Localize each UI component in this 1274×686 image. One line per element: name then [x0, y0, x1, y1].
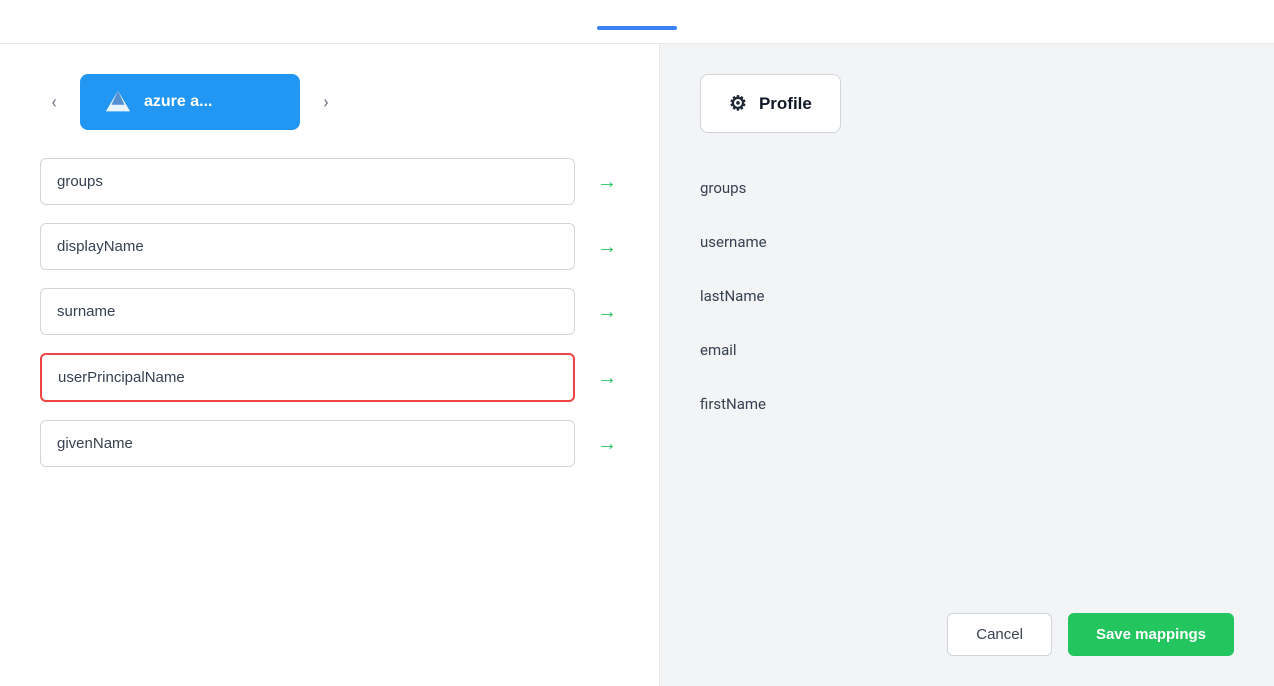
- gear-icon: ⚙: [729, 91, 747, 116]
- mapping-row-displayname: →: [40, 223, 619, 270]
- target-label-firstname: firstName: [700, 395, 766, 413]
- target-row-lastname: lastName: [700, 269, 1234, 323]
- mapping-row-groups: →: [40, 158, 619, 205]
- target-label-lastname: lastName: [700, 287, 764, 305]
- prev-arrow[interactable]: ‹: [40, 88, 68, 116]
- arrow-icon-userprincipalname: →: [595, 365, 619, 390]
- left-panel: ‹ azure a... › → → → →: [0, 44, 660, 686]
- mapping-row-givenname: →: [40, 420, 619, 467]
- source-field-givenname[interactable]: [40, 420, 575, 467]
- arrow-icon-givenname: →: [595, 431, 619, 456]
- profile-button[interactable]: ⚙ Profile: [700, 74, 841, 133]
- profile-label: Profile: [759, 94, 812, 114]
- main-content: ‹ azure a... › → → → →: [0, 44, 1274, 686]
- target-row-username: username: [700, 215, 1234, 269]
- bottom-actions: Cancel Save mappings: [700, 589, 1234, 656]
- arrow-icon-groups: →: [595, 169, 619, 194]
- top-bar: [0, 0, 1274, 44]
- source-header: ‹ azure a... ›: [40, 74, 619, 130]
- target-row-firstname: firstName: [700, 377, 1234, 431]
- azure-button-label: azure a...: [144, 93, 212, 111]
- next-arrow[interactable]: ›: [312, 88, 340, 116]
- target-row-email: email: [700, 323, 1234, 377]
- mapping-row-userprincipalname: →: [40, 353, 619, 402]
- target-label-username: username: [700, 233, 767, 251]
- target-fields-list: groups username lastName email firstName: [700, 161, 1234, 589]
- source-field-userprincipalname[interactable]: [40, 353, 575, 402]
- source-field-displayname[interactable]: [40, 223, 575, 270]
- cancel-button[interactable]: Cancel: [947, 613, 1052, 656]
- arrow-icon-displayname: →: [595, 234, 619, 259]
- azure-logo-icon: [104, 88, 132, 116]
- source-field-groups[interactable]: [40, 158, 575, 205]
- right-panel: ⚙ Profile groups username lastName email…: [660, 44, 1274, 686]
- target-label-groups: groups: [700, 179, 746, 197]
- arrow-icon-surname: →: [595, 299, 619, 324]
- progress-indicator: [597, 26, 677, 30]
- mapping-row-surname: →: [40, 288, 619, 335]
- azure-source-button[interactable]: azure a...: [80, 74, 300, 130]
- save-mappings-button[interactable]: Save mappings: [1068, 613, 1234, 656]
- target-row-groups: groups: [700, 161, 1234, 215]
- source-field-surname[interactable]: [40, 288, 575, 335]
- target-label-email: email: [700, 341, 737, 359]
